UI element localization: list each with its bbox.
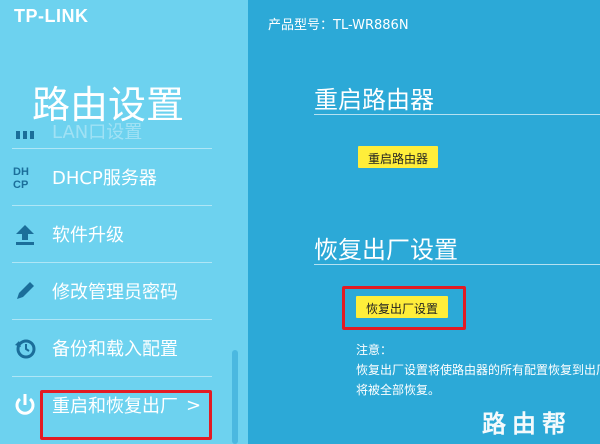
watermark: 路由帮	[482, 410, 572, 438]
history-icon	[12, 335, 38, 361]
svg-text:DH: DH	[13, 166, 29, 178]
sidebar-item-upgrade[interactable]: 软件升级	[12, 206, 212, 263]
svg-text:CP: CP	[13, 179, 28, 190]
dhcp-icon: DH CP	[12, 164, 38, 190]
sidebar-item-dhcp[interactable]: DH CP DHCP服务器	[12, 149, 212, 206]
sidebar-menu: LAN口设置 DH CP DHCP服务器 软件升级 修改管理员密码 备份和载入配…	[12, 120, 212, 433]
sidebar-item-label: DHCP服务器	[52, 168, 157, 189]
lan-icon	[12, 118, 38, 144]
pencil-icon	[12, 278, 38, 304]
sidebar-item-label: 备份和载入配置	[52, 339, 178, 360]
reboot-title: 重启路由器	[314, 86, 434, 114]
main-content: 产品型号：TL-WR886N 重启路由器 重启路由器 恢复出厂设置 恢复出厂设置…	[248, 0, 600, 444]
highlight-box-reset	[342, 286, 466, 330]
product-model: 产品型号：TL-WR886N	[268, 18, 409, 33]
sidebar-item-label: 修改管理员密码	[52, 282, 178, 303]
note-line-2: 将被全部恢复。	[356, 383, 441, 397]
upload-icon	[12, 221, 38, 247]
sidebar-scrollbar[interactable]	[232, 350, 238, 444]
sidebar-item-backup[interactable]: 备份和载入配置	[12, 320, 212, 377]
reboot-button[interactable]: 重启路由器	[358, 146, 439, 168]
tp-link-logo: TP-LINK	[14, 6, 89, 26]
note-line-1: 恢复出厂设置将使路由器的所有配置恢复到出厂	[356, 363, 600, 377]
sidebar-item-admin-password[interactable]: 修改管理员密码	[12, 263, 212, 320]
divider	[314, 264, 600, 265]
sidebar-item-lan[interactable]: LAN口设置	[12, 114, 212, 149]
sidebar-item-label: 软件升级	[52, 225, 124, 246]
sidebar: TP-LINK 路由设置 LAN口设置 DH CP DHCP服务器 软件升级 修…	[0, 0, 248, 444]
sidebar-item-label: LAN口设置	[52, 122, 143, 143]
note-label: 注意：	[356, 343, 393, 357]
highlight-box-menu	[40, 390, 212, 440]
power-icon	[12, 392, 38, 418]
reset-note: 注意： 恢复出厂设置将使路由器的所有配置恢复到出厂 将被全部恢复。	[356, 340, 600, 400]
factory-reset-title: 恢复出厂设置	[314, 236, 458, 264]
divider	[314, 114, 600, 115]
